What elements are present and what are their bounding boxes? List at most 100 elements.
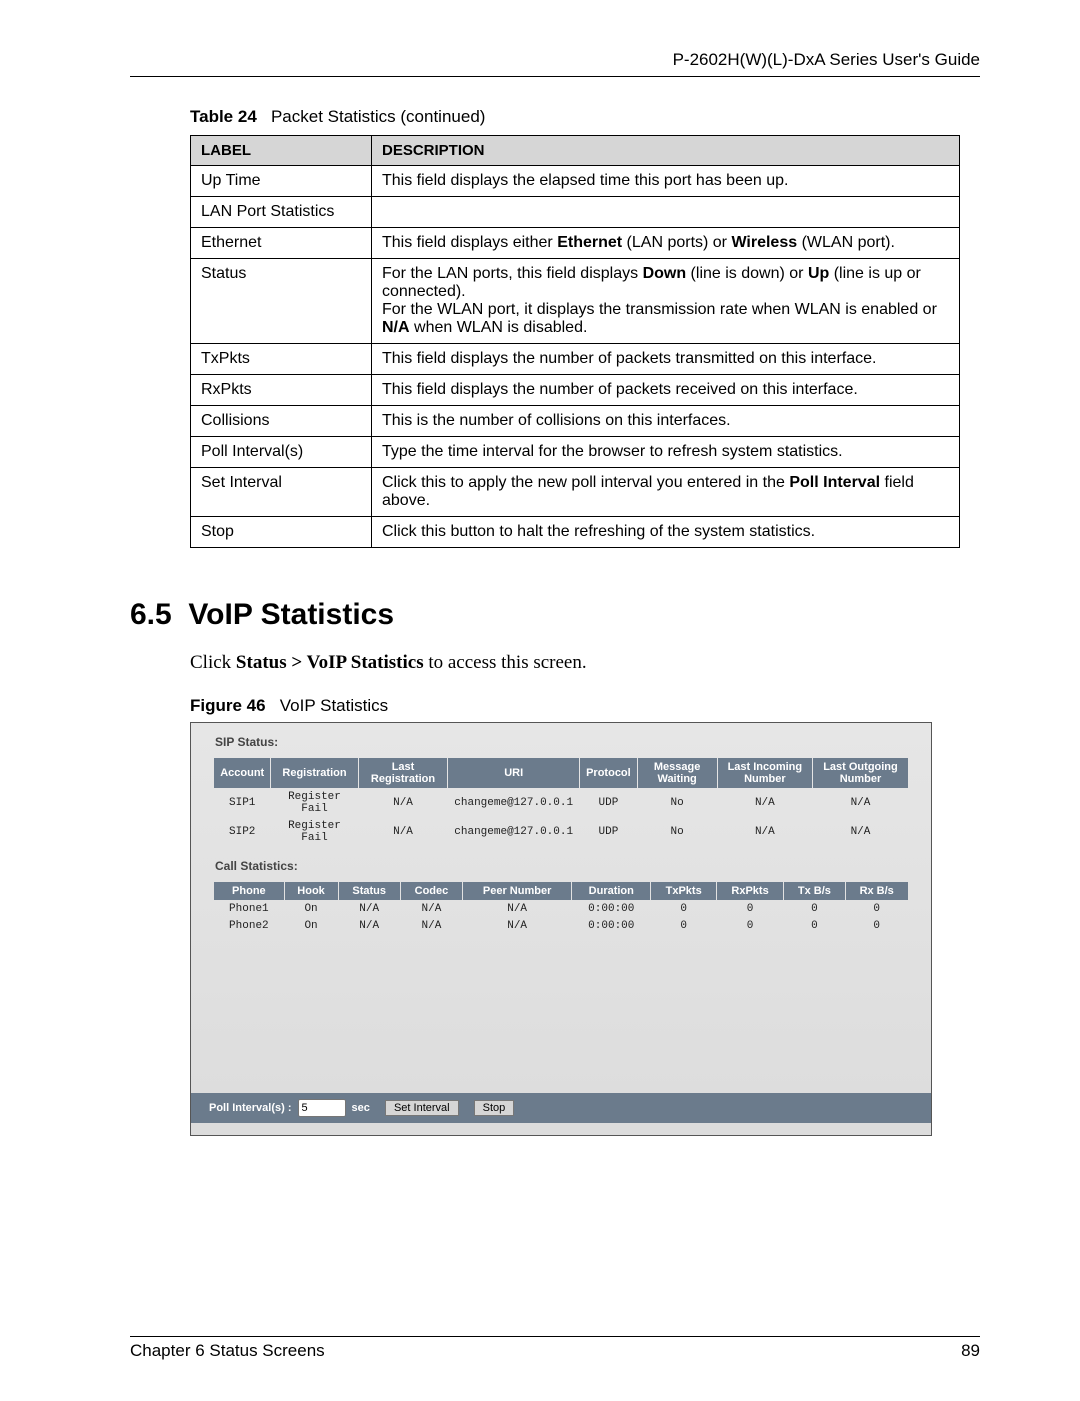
table-row: Up TimeThis field displays the elapsed t… [191,166,960,197]
table-cell-label: Stop [191,517,372,548]
table-cell-desc: This field displays either Ethernet (LAN… [372,228,960,259]
call-header: Duration [572,882,650,900]
table-cell-desc: Type the time interval for the browser t… [372,437,960,468]
call-cell: N/A [339,901,400,917]
table-cell-label: Up Time [191,166,372,197]
sip-header: Last Registration [359,758,448,788]
sip-status-label: SIP Status: [191,731,931,753]
sip-cell: No [638,789,717,817]
figure46-caption: Figure 46 VoIP Statistics [190,696,980,716]
table-row: StatusFor the LAN ports, this field disp… [191,259,960,344]
table-row: RxPktsThis field displays the number of … [191,375,960,406]
call-header: RxPkts [717,882,783,900]
call-header: Rx B/s [846,882,908,900]
table24-head-label: LABEL [191,136,372,166]
call-header: Phone [214,882,283,900]
sip-cell: changeme@127.0.0.1 [448,818,579,846]
table24-head-desc: DESCRIPTION [372,136,960,166]
table-cell-label: Set Interval [191,468,372,517]
sip-cell: N/A [359,789,448,817]
figure46-caption-text: VoIP Statistics [280,696,388,715]
table-cell-label: Ethernet [191,228,372,259]
sip-cell: Register Fail [271,818,358,846]
poll-interval-label: Poll Interval(s) : [209,1102,292,1114]
call-cell: 0 [784,918,844,934]
table-cell-label: TxPkts [191,344,372,375]
table-row: StopClick this button to halt the refres… [191,517,960,548]
footer-page: 89 [961,1341,980,1361]
set-interval-button[interactable]: Set Interval [385,1100,459,1116]
stop-button[interactable]: Stop [474,1100,515,1116]
call-cell: N/A [401,918,462,934]
table-row: SIP1Register FailN/Achangeme@127.0.0.1UD… [214,789,908,817]
table24-caption-text: Packet Statistics (continued) [271,107,485,126]
page-header: P-2602H(W)(L)-DxA Series User's Guide [130,50,980,76]
table-cell-desc: Click this to apply the new poll interva… [372,468,960,517]
sip-cell: No [638,818,717,846]
page-footer: Chapter 6 Status Screens 89 [130,1341,980,1361]
header-rule [130,76,980,77]
table-cell-label: Poll Interval(s) [191,437,372,468]
sip-cell: UDP [580,789,637,817]
poll-interval-unit: sec [352,1102,370,1114]
figure46: SIP Status: AccountRegistrationLast Regi… [190,722,932,1136]
table-row: CollisionsThis is the number of collisio… [191,406,960,437]
section-heading: 6.5 VoIP Statistics [130,598,980,632]
call-header: Status [339,882,400,900]
sip-header: URI [448,758,579,788]
table24-caption: Table 24 Packet Statistics (continued) [190,107,980,127]
call-statistics-table: PhoneHookStatusCodecPeer NumberDurationT… [213,881,909,935]
table-row: EthernetThis field displays either Ether… [191,228,960,259]
call-cell: 0 [717,901,783,917]
sip-cell: changeme@127.0.0.1 [448,789,579,817]
table-row: Set IntervalClick this to apply the new … [191,468,960,517]
table-cell-label: RxPkts [191,375,372,406]
poll-interval-input[interactable] [298,1099,346,1117]
call-cell: 0 [846,918,908,934]
table-cell-label: LAN Port Statistics [191,197,372,228]
poll-interval-bar: Poll Interval(s) : sec Set Interval Stop [191,1093,931,1123]
call-header: Tx B/s [784,882,844,900]
footer-rule [130,1336,980,1337]
sip-cell: N/A [359,818,448,846]
call-cell: On [285,901,338,917]
sip-header: Last Incoming Number [718,758,813,788]
sip-cell: SIP2 [214,818,270,846]
sip-cell: Register Fail [271,789,358,817]
call-header: TxPkts [651,882,716,900]
table-row: TxPktsThis field displays the number of … [191,344,960,375]
table-cell-desc: This field displays the elapsed time thi… [372,166,960,197]
call-cell: N/A [463,918,571,934]
table-cell-desc: For the LAN ports, this field displays D… [372,259,960,344]
sip-cell: UDP [580,818,637,846]
table24-caption-prefix: Table 24 [190,107,257,126]
call-cell: 0 [717,918,783,934]
sip-header: Last Outgoing Number [813,758,908,788]
table-cell-label: Collisions [191,406,372,437]
table-row: Poll Interval(s)Type the time interval f… [191,437,960,468]
call-cell: Phone2 [214,918,283,934]
table-cell-desc: This field displays the number of packet… [372,344,960,375]
sip-cell: N/A [813,789,908,817]
call-statistics-label: Call Statistics: [191,855,931,877]
sip-cell: N/A [813,818,908,846]
call-cell: 0 [784,901,844,917]
section-paragraph: Click Status > VoIP Statistics to access… [190,652,980,674]
table-row: LAN Port Statistics [191,197,960,228]
call-header: Peer Number [463,882,571,900]
table-row: Phone2OnN/AN/AN/A0:00:000000 [214,918,908,934]
table-row: SIP2Register FailN/Achangeme@127.0.0.1UD… [214,818,908,846]
sip-cell: N/A [718,818,813,846]
table-cell-desc: This field displays the number of packet… [372,375,960,406]
figure46-caption-prefix: Figure 46 [190,696,266,715]
table-cell-desc: Click this button to halt the refreshing… [372,517,960,548]
table24: LABEL DESCRIPTION Up TimeThis field disp… [190,135,960,548]
call-cell: Phone1 [214,901,283,917]
table-row: Phone1OnN/AN/AN/A0:00:000000 [214,901,908,917]
call-cell: N/A [463,901,571,917]
call-cell: On [285,918,338,934]
call-cell: 0:00:00 [572,901,650,917]
sip-cell: SIP1 [214,789,270,817]
call-header: Codec [401,882,462,900]
call-cell: N/A [401,901,462,917]
